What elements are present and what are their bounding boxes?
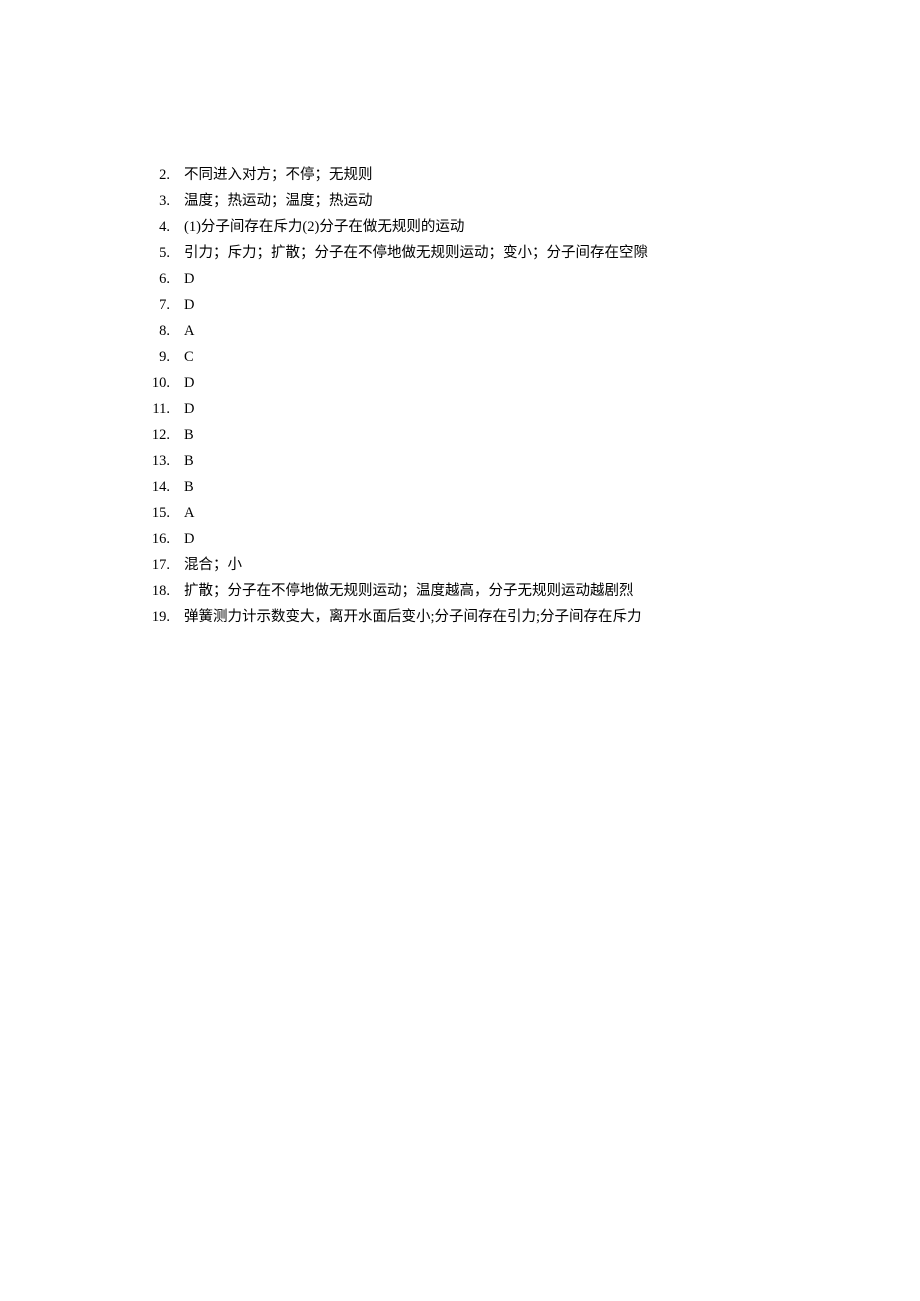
- answer-number: 10.: [148, 376, 170, 391]
- answer-text: A: [184, 506, 194, 521]
- answer-number: 4.: [148, 220, 170, 235]
- answer-text: 弹簧测力计示数变大，离开水面后变小;分子间存在引力;分子间存在斥力: [184, 610, 642, 625]
- answer-text: B: [184, 454, 194, 469]
- answer-item: 6. D: [148, 272, 920, 287]
- answer-number: 3.: [148, 194, 170, 209]
- answer-item: 5. 引力；斥力；扩散；分子在不停地做无规则运动；变小；分子间存在空隙: [148, 246, 920, 261]
- answer-number: 14.: [148, 480, 170, 495]
- answer-item: 18. 扩散；分子在不停地做无规则运动；温度越高，分子无规则运动越剧烈: [148, 584, 920, 599]
- answer-item: 3. 温度；热运动；温度；热运动: [148, 194, 920, 209]
- answer-number: 19.: [148, 610, 170, 625]
- answer-number: 5.: [148, 246, 170, 261]
- answer-key-page: 2. 不同进入对方；不停；无规则 3. 温度；热运动；温度；热运动 4. (1)…: [0, 0, 920, 625]
- answer-number: 18.: [148, 584, 170, 599]
- answer-number: 8.: [148, 324, 170, 339]
- answer-number: 6.: [148, 272, 170, 287]
- answer-item: 17. 混合；小: [148, 558, 920, 573]
- answer-number: 17.: [148, 558, 170, 573]
- answer-item: 19. 弹簧测力计示数变大，离开水面后变小;分子间存在引力;分子间存在斥力: [148, 610, 920, 625]
- answer-text: 引力；斥力；扩散；分子在不停地做无规则运动；变小；分子间存在空隙: [184, 246, 648, 261]
- answer-item: 16. D: [148, 532, 920, 547]
- answer-text: A: [184, 324, 194, 339]
- answer-item: 15. A: [148, 506, 920, 521]
- answer-text: 混合；小: [184, 558, 242, 573]
- answer-item: 13. B: [148, 454, 920, 469]
- answer-number: 11.: [148, 402, 170, 417]
- answer-item: 11. D: [148, 402, 920, 417]
- answer-text: D: [184, 376, 194, 391]
- answer-item: 8. A: [148, 324, 920, 339]
- answer-item: 4. (1)分子间存在斥力(2)分子在做无规则的运动: [148, 220, 920, 235]
- answer-item: 2. 不同进入对方；不停；无规则: [148, 168, 920, 183]
- answer-text: B: [184, 480, 194, 495]
- answer-text: D: [184, 532, 194, 547]
- answer-number: 7.: [148, 298, 170, 313]
- answer-number: 2.: [148, 168, 170, 183]
- answer-text: (1)分子间存在斥力(2)分子在做无规则的运动: [184, 220, 464, 235]
- answer-number: 9.: [148, 350, 170, 365]
- answer-number: 12.: [148, 428, 170, 443]
- answer-item: 12. B: [148, 428, 920, 443]
- answer-text: D: [184, 402, 194, 417]
- answer-item: 10. D: [148, 376, 920, 391]
- answer-text: D: [184, 298, 194, 313]
- answer-text: 扩散；分子在不停地做无规则运动；温度越高，分子无规则运动越剧烈: [184, 584, 634, 599]
- answer-number: 13.: [148, 454, 170, 469]
- answer-number: 16.: [148, 532, 170, 547]
- answer-text: 不同进入对方；不停；无规则: [184, 168, 373, 183]
- answer-text: B: [184, 428, 194, 443]
- answer-item: 7. D: [148, 298, 920, 313]
- answer-text: 温度；热运动；温度；热运动: [184, 194, 373, 209]
- answer-text: D: [184, 272, 194, 287]
- answer-item: 9. C: [148, 350, 920, 365]
- answer-item: 14. B: [148, 480, 920, 495]
- answer-text: C: [184, 350, 194, 365]
- answer-number: 15.: [148, 506, 170, 521]
